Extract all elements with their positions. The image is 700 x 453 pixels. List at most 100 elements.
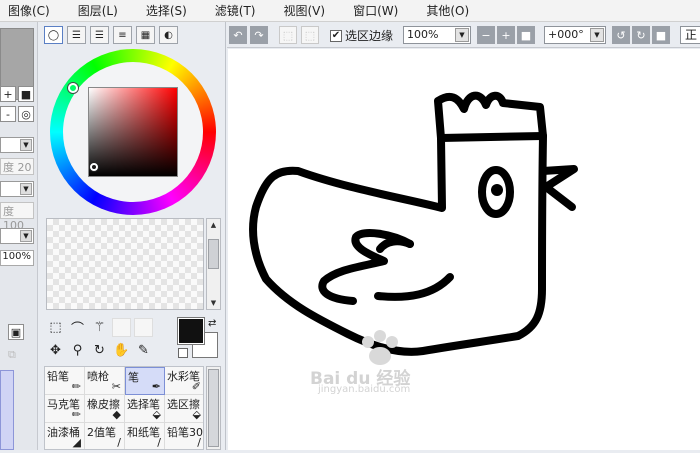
move-icon[interactable]: ✥	[46, 341, 65, 360]
brush-airbrush[interactable]: 喷枪 ✂	[85, 367, 125, 395]
zoom-icon[interactable]: ⚲	[68, 341, 87, 360]
invert-selection-icon[interactable]: ⬚	[301, 26, 319, 44]
pencil-icon: ✏	[71, 380, 81, 393]
brush-select-eraser[interactable]: 选区擦 ⬙	[165, 395, 203, 423]
wing-tip-stroke	[376, 237, 414, 253]
zoom-in-button[interactable]: +	[497, 26, 515, 44]
comb-stroke	[434, 91, 547, 142]
lasso-icon[interactable]: ⌒	[68, 318, 87, 337]
zoom-out-icon[interactable]: -	[0, 106, 16, 122]
brush-binary-pen[interactable]: 2值笔 /	[85, 423, 125, 449]
rotate-view-icon[interactable]: ↻	[90, 341, 109, 360]
chevron-down-icon: ▼	[455, 28, 469, 42]
watermark-url: jingyan.baidu.com	[318, 384, 411, 395]
rotate-reset-button[interactable]: ■	[652, 26, 670, 44]
flip-select[interactable]: 正	[680, 26, 700, 44]
canvas-toolbar: ↶ ↷ ⬚ ⬚ ✔ 选区边缘 100% ▼ − + ■ +000° ▼ ↺ ↻ …	[227, 22, 700, 48]
scroll-up-icon[interactable]: ▲	[208, 219, 219, 231]
brush-pen[interactable]: 笔 ✒	[125, 367, 165, 395]
binary-pen-icon: /	[117, 436, 121, 449]
scratchpad-area[interactable]	[46, 218, 204, 310]
rotate-right-button[interactable]: ↻	[632, 26, 650, 44]
hsv-slider-tab-icon[interactable]: ☰	[90, 26, 109, 44]
menu-filter[interactable]: 滤镜(T)	[207, 2, 256, 19]
brush-scrollbar[interactable]	[206, 366, 221, 450]
color-marker[interactable]	[90, 163, 98, 171]
brush-marker[interactable]: 马克笔 ✏	[45, 395, 85, 423]
empty-slot-icon	[134, 318, 153, 337]
hand-icon[interactable]: ✋	[112, 341, 131, 360]
checkbox-icon[interactable]: ✔	[330, 29, 342, 42]
rotation-select[interactable]: +000° ▼	[544, 26, 606, 44]
rotate-icon[interactable]: ◎	[18, 106, 34, 122]
menu-select[interactable]: 选择(S)	[138, 2, 187, 19]
texture-select[interactable]: ▼	[0, 181, 34, 197]
selection-edge-toggle[interactable]: ✔ 选区边缘	[330, 27, 393, 44]
chevron-down-icon: ▼	[20, 183, 32, 195]
zoom-in-icon[interactable]: +	[0, 86, 16, 102]
zoom-select[interactable]: 100% ▼	[403, 26, 471, 44]
undo-icon[interactable]: ↶	[229, 26, 247, 44]
brush-pencil30[interactable]: 铅笔30/	[165, 423, 203, 449]
brush-bucket[interactable]: 油漆桶 ◢	[45, 423, 85, 449]
copy-layer-icon[interactable]: ⧉	[8, 348, 24, 362]
smile-stroke	[374, 273, 454, 301]
chevron-down-icon: ▼	[590, 28, 604, 42]
scroll-down-icon[interactable]: ▼	[208, 297, 219, 309]
rect-select-icon[interactable]: ⬚	[46, 318, 65, 337]
zoom-reset-icon[interactable]: ■	[18, 86, 34, 102]
brush-pencil[interactable]: 铅笔 ✏	[45, 367, 85, 395]
scroll-thumb[interactable]	[208, 239, 219, 269]
brush-washi-pen[interactable]: 和纸笔 /	[125, 423, 165, 449]
color-wheel-tab-icon[interactable]: ◯	[44, 26, 63, 44]
drawing-canvas[interactable]	[228, 49, 700, 450]
blend-mode-select[interactable]: ▼	[0, 137, 34, 153]
scratchpad-tab-icon[interactable]: ◐	[159, 26, 178, 44]
opacity-input[interactable]: 100%	[0, 250, 34, 266]
eye-pupil	[491, 184, 503, 196]
reset-colors-icon[interactable]	[178, 348, 188, 358]
saturation-value-square[interactable]	[88, 87, 178, 177]
head-top-stroke	[437, 132, 547, 142]
navigator-strip: + ■ - ◎ ▼ 度 20 ▼ 度 100 ▼ 100% ▣ ⧉	[0, 22, 38, 450]
brush-watercolor[interactable]: 水彩笔 ✐	[165, 367, 203, 395]
empty-slot-icon	[112, 318, 131, 337]
rgb-slider-tab-icon[interactable]: ☰	[67, 26, 86, 44]
select-eraser-icon: ⬙	[192, 408, 201, 421]
redo-icon[interactable]: ↷	[250, 26, 268, 44]
scroll-thumb[interactable]	[208, 369, 219, 447]
swap-colors-icon[interactable]: ⇄	[208, 318, 216, 329]
menu-window[interactable]: 窗口(W)	[345, 2, 398, 19]
menu-image[interactable]: 图像(C)	[0, 2, 50, 19]
texture-strength-field[interactable]: 度 100	[0, 202, 34, 232]
eraser-icon: ◆	[112, 408, 121, 421]
zoom-out-button[interactable]: −	[477, 26, 495, 44]
magic-wand-icon[interactable]: ⚚	[90, 318, 109, 337]
rotate-left-button[interactable]: ↺	[612, 26, 630, 44]
watercolor-icon: ✐	[191, 380, 201, 393]
brush-eraser[interactable]: 橡皮擦 ◆	[85, 395, 125, 423]
deselect-icon[interactable]: ⬚	[279, 26, 297, 44]
hue-marker[interactable]	[68, 83, 78, 93]
beak-stroke	[539, 165, 578, 211]
menu-other[interactable]: 其他(O)	[418, 2, 469, 19]
chevron-down-icon: ▼	[20, 230, 32, 242]
palette-tab-icon[interactable]: ≡	[113, 26, 132, 44]
color-tab-row: ◯ ☰ ☰ ≡ ▦ ◐	[44, 26, 178, 44]
foreground-color-swatch[interactable]	[178, 318, 204, 344]
brush-select-pen[interactable]: 选择笔 ⬙	[125, 395, 165, 423]
menu-layer[interactable]: 图层(L)	[70, 2, 118, 19]
eyedropper-icon[interactable]: ✎	[134, 341, 153, 360]
menu-view[interactable]: 视图(V)	[276, 2, 326, 19]
scratchpad-scrollbar[interactable]: ▲ ▼	[206, 218, 221, 310]
brush-grid: 铅笔 ✏ 喷枪 ✂ 笔 ✒ 水彩笔 ✐ 马克笔 ✏ 橡皮擦 ◆ 选择笔 ⬙ 选区擦 ⬙ 油漆桶 ◢…	[44, 366, 204, 450]
color-wheel[interactable]	[50, 49, 216, 215]
chicken-drawing	[249, 91, 578, 356]
swatch-tab-icon[interactable]: ▦	[136, 26, 155, 44]
layer-item-selected[interactable]	[0, 370, 14, 450]
layer-mode-select[interactable]: ▼	[0, 228, 34, 244]
new-layer-icon[interactable]: ▣	[8, 324, 24, 340]
baidu-watermark: Bai du 经验 jingyan.baidu.com	[308, 324, 460, 396]
brush-density-field[interactable]: 度 20	[0, 158, 34, 175]
zoom-reset-button[interactable]: ■	[517, 26, 535, 44]
